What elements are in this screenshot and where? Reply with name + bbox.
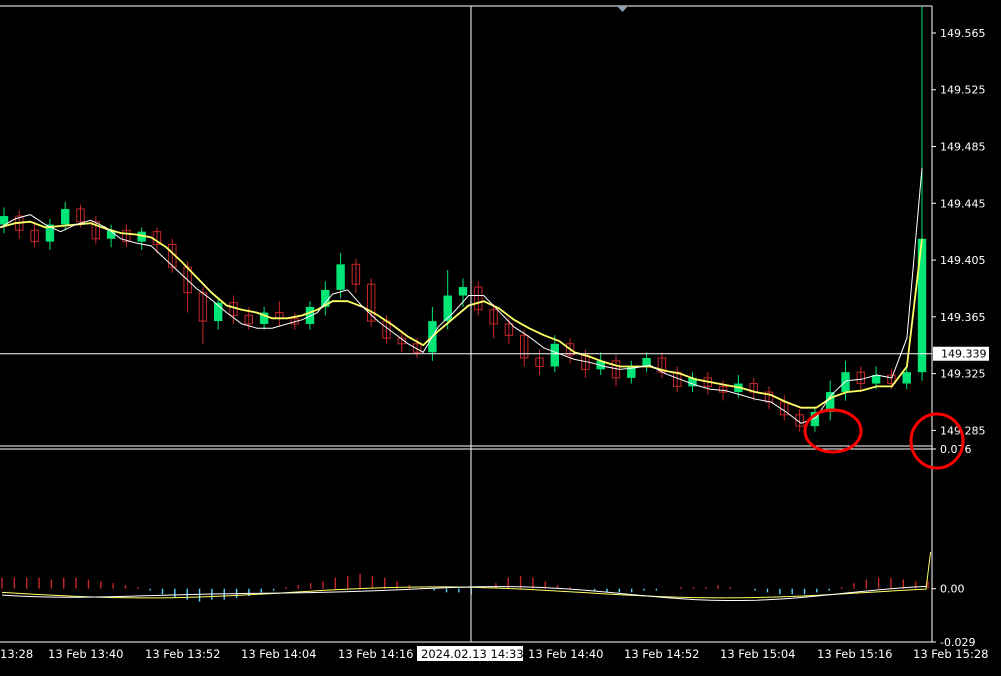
- chart-window[interactable]: 149.339 2024.02.13 14:33 149.565 149.525 14…: [0, 0, 1001, 676]
- crosshair-price-label: 149.339: [941, 348, 987, 361]
- price-tick-label: 149.365: [940, 311, 986, 324]
- price-tick-label: 149.485: [940, 141, 986, 154]
- indicator-panel: [1, 551, 932, 602]
- time-tick-label: 13 Feb 14:40: [528, 647, 603, 661]
- moving-average-line: [0, 220, 923, 409]
- annotations: [803, 408, 965, 470]
- crosshair: 149.339 2024.02.13 14:33: [0, 6, 989, 661]
- annotation-circle: [909, 412, 965, 470]
- candle-body: [443, 295, 452, 322]
- axes: 149.565 149.525 149.485 149.445 149.405 149.3…: [0, 27, 988, 661]
- candle-body: [336, 264, 345, 290]
- time-tick-label: 13 Feb 15:28: [913, 647, 988, 661]
- time-tick-label: 13 Feb 14:04: [241, 647, 316, 661]
- time-tick-label: 13 Feb 13:52: [145, 647, 220, 661]
- candle-body: [902, 372, 911, 384]
- moving-average-line: [0, 167, 923, 424]
- candle-body: [550, 343, 560, 367]
- price-tick-label: 149.405: [940, 254, 986, 267]
- price-tick-label: 149.325: [940, 368, 986, 381]
- price-tick-label: 149.445: [940, 197, 986, 210]
- moving-averages: [0, 167, 923, 424]
- candle-body: [305, 306, 315, 324]
- price-tick-label: 149.565: [940, 27, 986, 40]
- price-tick-label: 149.525: [940, 84, 986, 97]
- time-tick-label: 13:28: [0, 647, 33, 661]
- scroll-marker-icon: [617, 6, 628, 12]
- panel-frames: [0, 5, 933, 643]
- price-candles: [0, 6, 927, 432]
- candle-body: [60, 208, 70, 225]
- candlestick-chart[interactable]: 149.3392024.02.13 14:33 149.565149.52514…: [0, 0, 1001, 676]
- indicator-tick-label: 0.076: [940, 443, 972, 456]
- time-tick-label: 13 Feb 15:04: [720, 647, 795, 661]
- signal-line: [1, 551, 932, 599]
- time-tick-label: 13 Feb 14:16: [338, 647, 413, 661]
- crosshair-time-label: 2024.02.13 14:33: [421, 647, 524, 661]
- candle-body: [458, 287, 468, 296]
- time-tick-label: 13 Feb 15:16: [817, 647, 892, 661]
- time-tick-label: 13 Feb 13:40: [48, 647, 123, 661]
- time-tick-label: 13 Feb 14:52: [624, 647, 699, 661]
- indicator-tick-label: 0.00: [940, 583, 965, 596]
